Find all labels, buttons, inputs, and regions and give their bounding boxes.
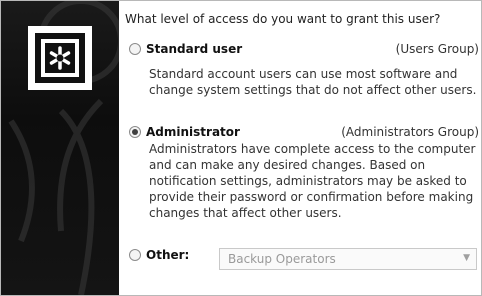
access-question: What level of access do you want to gran… [125,12,441,26]
user-access-dialog: What level of access do you want to gran… [0,0,482,296]
group-dropdown[interactable]: Backup Operators ▼ [219,248,477,270]
user-accounts-icon [28,26,92,90]
standard-user-description: Standard account users can use most soft… [149,67,477,97]
other-label[interactable]: Other: [146,248,189,262]
standard-user-option[interactable]: Standard user (Users Group) Standard acc… [129,42,479,102]
chevron-down-icon[interactable]: ▼ [463,253,470,263]
side-banner [1,1,119,295]
administrator-label[interactable]: Administrator [146,125,240,139]
access-options-panel: What level of access do you want to gran… [119,1,481,295]
group-dropdown-value: Backup Operators [228,252,336,266]
other-radio[interactable] [129,249,141,261]
administrator-option[interactable]: Administrator (Administrators Group) Adm… [129,125,479,225]
other-option[interactable]: Other: Backup Operators ▼ [129,248,479,270]
standard-user-group: (Users Group) [395,42,479,56]
administrator-group: (Administrators Group) [341,125,479,139]
standard-user-radio[interactable] [129,43,141,55]
administrator-description: Administrators have complete access to t… [149,142,476,220]
standard-user-label[interactable]: Standard user [146,42,242,56]
administrator-radio[interactable] [129,126,141,138]
